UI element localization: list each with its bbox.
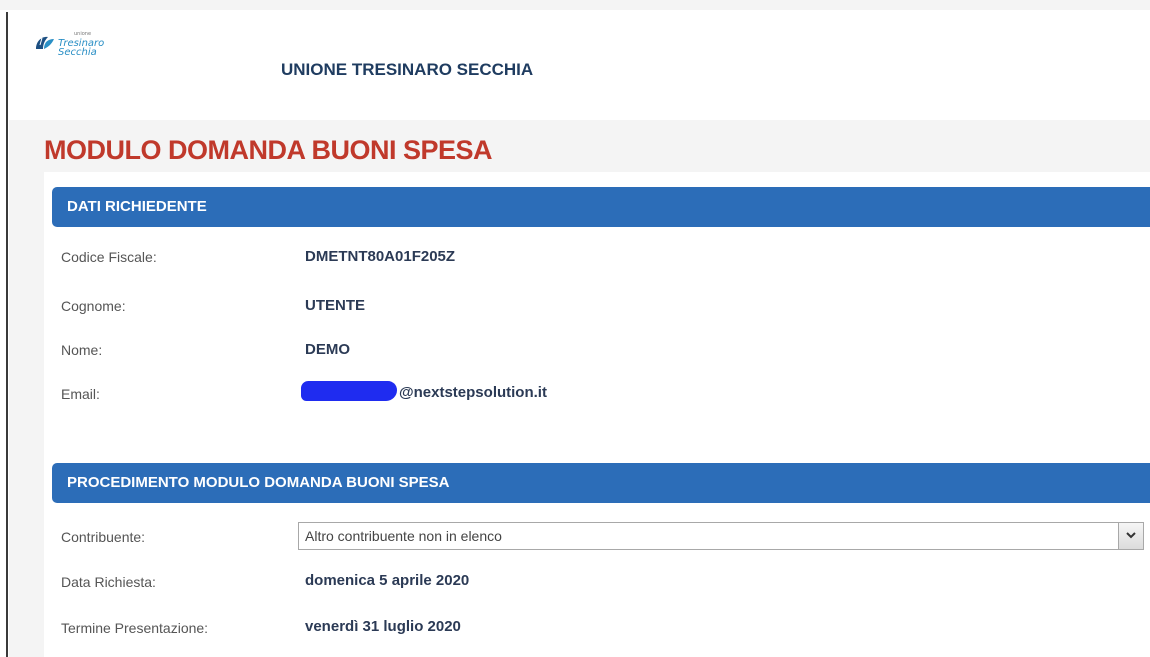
contribuente-selected-value: Altro contribuente non in elenco (305, 528, 502, 544)
contribuente-dropdown-button[interactable] (1118, 523, 1143, 549)
label-termine-presentazione: Termine Presentazione: (61, 620, 209, 636)
label-data-richiesta: Data Richiesta: (61, 574, 156, 590)
window-left-edge (6, 12, 8, 657)
section-header-applicant: DATI RICHIEDENTE (52, 187, 1150, 227)
value-email: @nextstepsolution.it (301, 381, 547, 401)
top-strip (0, 0, 1150, 10)
label-contribuente: Contribuente: (61, 529, 146, 545)
value-nome: DEMO (305, 341, 350, 358)
label-codice-fiscale: Codice Fiscale: (61, 249, 157, 265)
chevron-down-icon (1126, 532, 1136, 539)
org-name[interactable]: UNIONE TRESINARO SECCHIA (281, 60, 533, 80)
label-cognome: Cognome: (61, 298, 126, 314)
site-header (9, 22, 1150, 120)
value-codice-fiscale: DMETNT80A01F205Z (305, 248, 456, 265)
contribuente-select[interactable]: Altro contribuente non in elenco (298, 522, 1144, 550)
form-panel (44, 172, 1150, 657)
email-domain: @nextstepsolution.it (399, 384, 547, 401)
page-title: MODULO DOMANDA BUONI SPESA (44, 135, 493, 165)
value-termine-presentazione: venerdì 31 luglio 2020 (305, 618, 461, 635)
email-redaction (301, 381, 397, 401)
label-nome: Nome: (61, 342, 103, 358)
label-email: Email: (61, 386, 100, 402)
logo-text: unione Tresinaro Secchia (58, 30, 104, 58)
section-header-procedure: PROCEDIMENTO MODULO DOMANDA BUONI SPESA (52, 463, 1150, 503)
value-cognome: UTENTE (305, 297, 365, 314)
org-logo[interactable]: unione Tresinaro Secchia (34, 30, 134, 58)
value-data-richiesta: domenica 5 aprile 2020 (305, 572, 470, 589)
logo-text-line3: Secchia (58, 47, 97, 58)
logo-leaf-icon (36, 36, 54, 49)
